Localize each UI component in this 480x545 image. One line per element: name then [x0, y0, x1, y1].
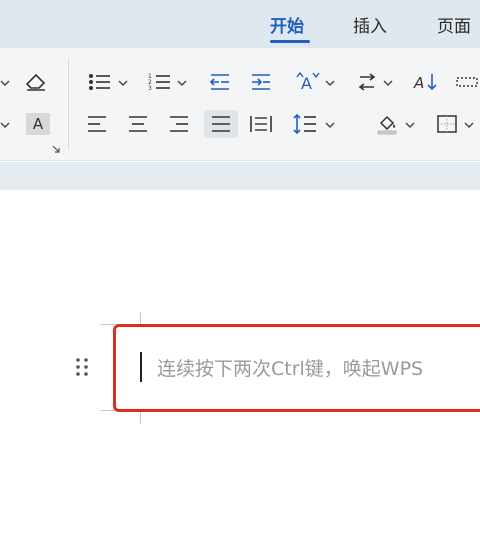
chevron-down-icon[interactable] — [0, 120, 10, 130]
increase-indent-icon[interactable] — [246, 68, 276, 96]
text-direction-icon[interactable] — [352, 68, 382, 96]
svg-text:A: A — [413, 74, 424, 92]
drag-handle-icon[interactable] — [75, 357, 89, 377]
border-style-icon[interactable] — [452, 68, 480, 96]
ribbon-divider — [68, 58, 69, 150]
svg-text:3: 3 — [148, 85, 152, 92]
border-icon[interactable] — [432, 110, 462, 138]
dialog-launcher-icon[interactable] — [52, 145, 60, 153]
chevron-down-icon[interactable] — [177, 78, 187, 88]
chevron-down-icon[interactable] — [325, 120, 335, 130]
text-cursor — [140, 352, 142, 382]
ribbon-bottom-strip — [0, 162, 480, 190]
character-shading-icon[interactable]: A — [23, 110, 53, 138]
eraser-icon[interactable] — [21, 68, 51, 96]
chevron-down-icon[interactable] — [0, 78, 10, 88]
tab-insert[interactable]: 插入 — [353, 12, 387, 37]
font-size-icon[interactable]: A — [293, 68, 323, 96]
bullet-list-icon[interactable] — [85, 68, 115, 96]
chevron-down-icon[interactable] — [405, 120, 415, 130]
page-margin-marker — [140, 410, 141, 424]
chevron-down-icon[interactable] — [118, 78, 128, 88]
tab-bar: 开始 插入 页面 — [0, 0, 480, 48]
tab-page[interactable]: 页面 — [437, 12, 471, 37]
ai-hint-placeholder[interactable]: 连续按下两次Ctrl键，唤起WPS — [157, 354, 423, 381]
decrease-indent-icon[interactable] — [205, 68, 235, 96]
chevron-down-icon[interactable] — [383, 78, 393, 88]
line-spacing-icon[interactable] — [290, 110, 320, 138]
distributed-icon[interactable] — [246, 110, 276, 138]
sort-icon[interactable]: A — [410, 68, 440, 96]
align-center-icon[interactable] — [123, 110, 153, 138]
chevron-down-icon[interactable] — [325, 78, 335, 88]
active-tab-indicator — [270, 40, 310, 43]
shading-icon[interactable] — [372, 110, 402, 138]
align-right-icon[interactable] — [164, 110, 194, 138]
align-left-icon[interactable] — [82, 110, 112, 138]
numbered-list-icon[interactable]: 123 — [145, 68, 175, 96]
ribbon-toolbar: 123 A A A — [0, 48, 480, 161]
justify-icon[interactable] — [204, 110, 238, 138]
character-shading-label: A — [26, 113, 50, 135]
chevron-down-icon[interactable] — [464, 120, 474, 130]
tab-home[interactable]: 开始 — [270, 12, 304, 37]
